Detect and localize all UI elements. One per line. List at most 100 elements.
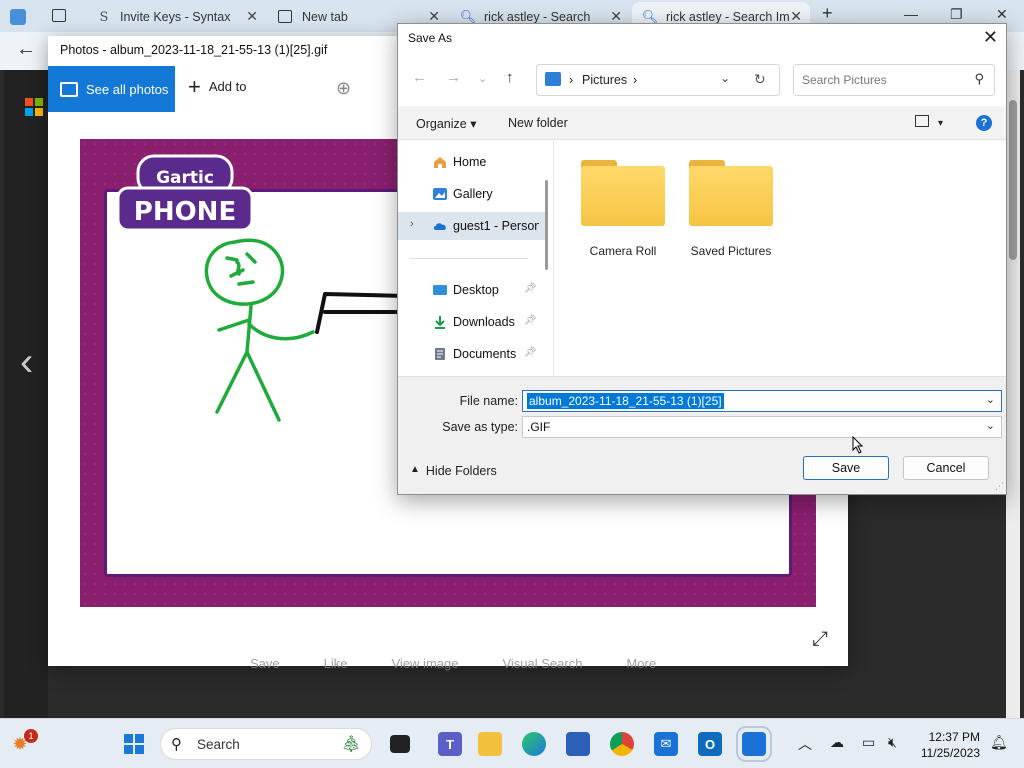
previous-photo-arrow-icon[interactable]: ‹ [20, 340, 33, 385]
visual-search-action[interactable]: Visual Search [502, 656, 582, 671]
store-icon[interactable] [566, 732, 590, 756]
edge-workspace-icon [10, 9, 26, 25]
address-bar[interactable]: › Pictures › ⌄ ↻ [536, 64, 780, 96]
add-to-label: Add to [208, 79, 247, 94]
add-to-button[interactable]: + Add to [188, 73, 247, 99]
file-name-dropdown-icon[interactable]: ⌄ [986, 393, 995, 406]
nav-pane-scrollbar[interactable] [545, 180, 548, 270]
taskbar-search-label: Search [197, 737, 240, 752]
see-all-photos-button[interactable]: See all photos [48, 66, 175, 112]
new-tab-plus-icon[interactable]: + [822, 3, 833, 24]
search-pictures-box[interactable]: ⚲ [793, 64, 995, 96]
restore-icon[interactable]: ❐ [950, 6, 963, 23]
breadcrumb-chevron-icon[interactable]: › [633, 73, 637, 87]
edge-icon[interactable] [522, 732, 546, 756]
save-as-type-dropdown-icon[interactable]: ⌄ [986, 419, 995, 432]
nav-item-documents[interactable]: Documents 📌︎ [398, 340, 548, 368]
show-hidden-icons-chevron-icon[interactable]: ︿ [798, 734, 812, 754]
fullscreen-icon[interactable]: ⤢ [812, 628, 828, 651]
window-close-icon[interactable]: ✕ [996, 6, 1008, 23]
photos-app-icon[interactable] [736, 726, 772, 762]
taskbar-search[interactable]: ⚲ Search 🎄︎ [160, 728, 372, 760]
notification-badge: 1 [24, 729, 38, 743]
recent-locations-chevron-icon[interactable]: ⌄ [478, 72, 487, 85]
up-icon[interactable]: ↑ [506, 69, 514, 86]
view-dropdown-icon[interactable]: ▾ [938, 118, 943, 129]
gartic-phone-logo: Gartic PHONE [116, 154, 254, 232]
nav-label: Home [453, 155, 487, 169]
back-arrow-icon[interactable]: ← [16, 38, 36, 61]
tab-actions-button[interactable] [40, 2, 80, 32]
mouse-cursor-icon [852, 436, 864, 454]
view-options-icon[interactable] [915, 115, 929, 127]
back-icon[interactable]: ← [412, 69, 427, 86]
view-image-action[interactable]: View image [392, 656, 459, 671]
file-explorer-icon[interactable] [478, 732, 502, 756]
save-as-type-select[interactable]: .GIF ⌄ [522, 416, 1002, 438]
zoom-in-icon[interactable]: ⊕ [336, 78, 351, 99]
nav-item-onedrive[interactable]: › guest1 - Personal [398, 212, 548, 240]
browser-workspace-tab[interactable] [4, 2, 34, 32]
photos-gallery-icon [60, 81, 78, 97]
forward-icon[interactable]: → [446, 69, 461, 86]
hide-folders-label: Hide Folders [425, 464, 497, 478]
file-name-label: File name: [459, 394, 518, 408]
cancel-button[interactable]: Cancel [903, 456, 989, 480]
close-icon[interactable]: ✕ [246, 8, 258, 25]
tab-invite-keys[interactable]: S Invite Keys - Syntax ✕ [86, 2, 266, 32]
new-folder-button[interactable]: New folder [508, 116, 568, 130]
pin-icon[interactable]: 📌︎ [524, 283, 537, 294]
expand-chevron-icon[interactable]: › [410, 218, 414, 230]
folder-camera-roll[interactable]: Camera Roll [578, 160, 668, 258]
taskbar-clock[interactable]: 12:37 PM 11/25/2023 [916, 729, 980, 761]
volume-muted-icon[interactable]: 🔇︎ [888, 734, 897, 751]
windows-logo-icon [124, 734, 144, 754]
teams-icon[interactable]: T [438, 732, 462, 756]
dialog-close-icon[interactable]: ✕ [983, 27, 998, 48]
save-button[interactable]: Save [803, 456, 889, 480]
hide-folders-button[interactable]: ▲ Hide Folders [410, 464, 497, 478]
plus-icon: + [188, 73, 201, 99]
refresh-icon[interactable]: ↻ [754, 71, 766, 88]
like-action[interactable]: Like [324, 656, 348, 671]
folder-label: Saved Pictures [690, 244, 772, 258]
mail-icon[interactable]: ✉ [654, 732, 678, 756]
onedrive-tray-icon[interactable]: ☁ [830, 734, 844, 751]
minimize-icon[interactable]: — [904, 6, 918, 22]
pictures-icon [545, 72, 561, 86]
file-name-field[interactable]: album_2023-11-18_21-55-13 (1)[25] ⌄ [522, 390, 1002, 412]
pin-icon[interactable]: 📌︎ [524, 315, 537, 326]
notifications-bell-icon[interactable]: 🔔︎ [990, 734, 1008, 751]
nav-item-desktop[interactable]: Desktop 📌︎ [398, 276, 548, 304]
newtab-icon [278, 10, 292, 23]
file-name-value[interactable]: album_2023-11-18_21-55-13 (1)[25] [527, 393, 724, 409]
chrome-icon[interactable] [610, 732, 634, 756]
start-button[interactable] [122, 732, 146, 756]
folder-saved-pictures[interactable]: Saved Pictures [686, 160, 776, 258]
clock-time: 12:37 PM [928, 730, 980, 744]
nav-label: Gallery [453, 187, 493, 201]
breadcrumb-pictures[interactable]: Pictures [582, 73, 627, 87]
address-dropdown-icon[interactable]: ⌄ [720, 71, 730, 85]
page-scrollbar[interactable] [1006, 70, 1020, 718]
see-all-photos-label: See all photos [86, 81, 169, 97]
resize-grip-icon[interactable]: ⋰ [995, 481, 1004, 492]
task-view-icon[interactable] [390, 735, 410, 753]
display-icon[interactable]: ▭ [862, 734, 875, 751]
pin-icon[interactable]: 📌︎ [524, 347, 537, 358]
organize-button[interactable]: Organize ▾ [416, 116, 476, 131]
nav-item-home[interactable]: Home [398, 148, 548, 176]
outlook-new-icon[interactable]: O [698, 732, 722, 756]
scrollbar-thumb[interactable] [1009, 100, 1017, 260]
onedrive-icon [433, 223, 446, 230]
downloads-icon [435, 316, 445, 329]
help-icon[interactable]: ? [976, 115, 992, 131]
search-input[interactable] [802, 71, 962, 89]
save-action[interactable]: Save [250, 656, 280, 671]
photos-bottom-actions: Save Like View image Visual Search More [250, 656, 656, 671]
more-action[interactable]: More [626, 656, 656, 671]
nav-item-gallery[interactable]: Gallery [398, 180, 548, 208]
chevron-up-icon: ▲ [410, 464, 420, 475]
nav-item-downloads[interactable]: Downloads 📌︎ [398, 308, 548, 336]
folder-icon [581, 160, 665, 226]
